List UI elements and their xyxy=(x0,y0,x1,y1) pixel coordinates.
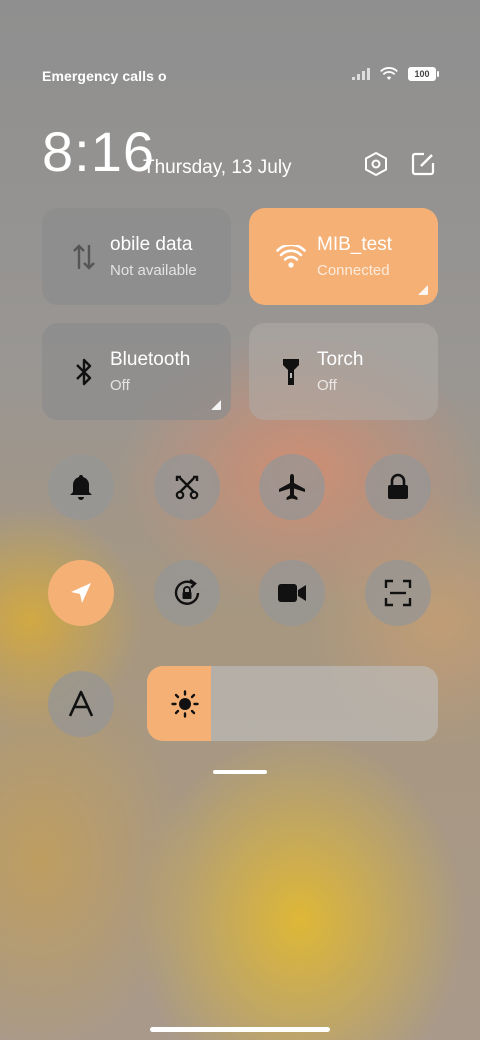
wifi-icon xyxy=(267,244,315,269)
bluetooth-tile[interactable]: Bluetooth Off xyxy=(42,323,231,420)
wifi-title: MIB_test xyxy=(317,234,392,255)
clock: 8:16 xyxy=(42,120,155,183)
airplane-toggle[interactable] xyxy=(259,454,325,520)
torch-tile[interactable]: Torch Off xyxy=(249,323,438,420)
torch-subtitle: Off xyxy=(317,377,337,394)
expand-corner-icon[interactable] xyxy=(418,285,428,295)
status-icons: 100 xyxy=(352,67,439,81)
panel-handle[interactable] xyxy=(213,770,267,774)
navigation-bar[interactable] xyxy=(150,1027,330,1032)
bluetooth-subtitle: Off xyxy=(110,377,130,394)
edit-icon[interactable] xyxy=(410,151,436,177)
wifi-tile[interactable]: MIB_test Connected xyxy=(249,208,438,305)
mobile-data-subtitle: Not available xyxy=(110,262,197,279)
sound-toggle[interactable] xyxy=(48,454,114,520)
mobile-data-tile[interactable]: obile data Not available xyxy=(42,208,231,305)
wifi-subtitle: Connected xyxy=(317,262,390,279)
bluetooth-title: Bluetooth xyxy=(110,349,191,370)
rotation-lock-icon xyxy=(174,579,200,605)
bell-icon xyxy=(70,475,92,500)
signal-icon xyxy=(352,68,370,80)
scanner-toggle[interactable] xyxy=(365,560,431,626)
lock-screen-toggle[interactable] xyxy=(365,454,431,520)
mobile-data-icon xyxy=(60,243,108,271)
mobile-data-title: obile data xyxy=(110,234,193,255)
font-a-icon xyxy=(68,690,94,717)
lock-icon xyxy=(388,473,408,499)
brightness-slider[interactable] xyxy=(147,666,438,741)
video-camera-icon xyxy=(278,584,306,602)
torch-icon xyxy=(267,357,315,387)
torch-title: Torch xyxy=(317,349,364,370)
battery-icon: 100 xyxy=(408,67,439,81)
scan-icon xyxy=(384,579,412,607)
rotation-lock-toggle[interactable] xyxy=(154,560,220,626)
date: Thursday, 13 July xyxy=(143,157,292,178)
hexagon-settings-icon[interactable] xyxy=(363,151,389,177)
location-toggle[interactable] xyxy=(48,560,114,626)
bluetooth-icon xyxy=(60,357,108,387)
screenshot-cut-icon xyxy=(175,475,199,500)
screen-recorder-toggle[interactable] xyxy=(259,560,325,626)
location-icon xyxy=(71,583,91,603)
font-size-toggle[interactable] xyxy=(48,671,114,737)
screenshot-toggle[interactable] xyxy=(154,454,220,520)
airplane-icon xyxy=(279,474,305,500)
sun-icon xyxy=(171,690,199,718)
expand-corner-icon[interactable] xyxy=(211,400,221,410)
status-carrier-text: Emergency calls o xyxy=(42,68,166,84)
wifi-status-icon xyxy=(380,67,398,80)
